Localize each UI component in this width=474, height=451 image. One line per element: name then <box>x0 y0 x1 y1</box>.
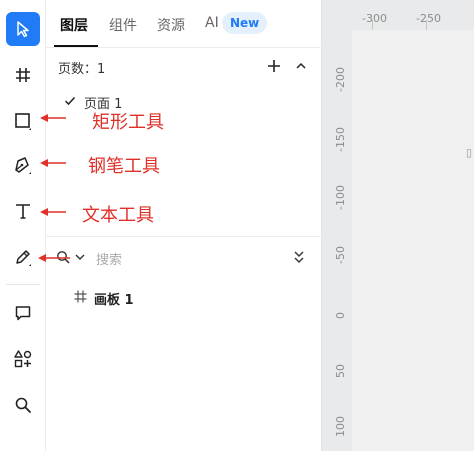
search-tool-button[interactable] <box>6 388 40 422</box>
ruler-top-label: -300 <box>362 12 387 25</box>
rectangle-annotation-arrow-icon <box>40 114 66 122</box>
frame-hash-icon <box>16 68 30 82</box>
ruler-tick <box>426 20 427 30</box>
ruler-left-label: 100 <box>334 416 347 437</box>
chevron-up-icon <box>296 62 306 69</box>
cursor-arrow-icon <box>17 21 29 38</box>
text-T-icon <box>16 204 30 219</box>
active-tab-indicator <box>54 45 98 47</box>
collapse-all-icon[interactable] <box>293 250 305 264</box>
frame-hash-icon <box>74 290 87 303</box>
tab-components[interactable]: 组件 <box>109 15 137 35</box>
layer-name: 画板 1 <box>94 293 134 308</box>
new-badge: New <box>222 12 268 34</box>
ruler-edge-mark: ▯ <box>466 146 473 159</box>
tab-ai[interactable]: AI <box>205 15 219 31</box>
move-tool-button[interactable] <box>6 12 40 46</box>
rectangle-tool-annotation: 矩形工具 <box>92 112 164 133</box>
ruler-left-label: -100 <box>334 185 347 210</box>
checkmark-icon <box>64 96 76 106</box>
add-page-button[interactable] <box>265 57 283 75</box>
layer-item[interactable]: 画板 1 <box>46 286 322 308</box>
ruler-top-label: -250 <box>416 12 441 25</box>
pencil-tool-button[interactable] <box>6 240 40 274</box>
canvas-area[interactable]: -300 -250 -200 -150 -100 -50 0 50 100 ▯ <box>322 0 474 451</box>
rectangle-tool-button[interactable] <box>6 104 40 138</box>
ruler-left-label: 0 <box>334 312 347 319</box>
text-tool-button[interactable] <box>6 194 40 228</box>
pen-tool-annotation: 钢笔工具 <box>88 156 160 177</box>
chevron-down-icon[interactable] <box>75 253 85 261</box>
plugins-tool-button[interactable] <box>6 342 40 376</box>
pages-count-label: 页数：1 <box>58 62 106 77</box>
comment-bubble-icon <box>15 306 31 321</box>
left-toolbar <box>0 0 46 451</box>
page-list-item[interactable]: 页面 1 <box>46 88 322 114</box>
horizontal-ruler <box>322 0 474 30</box>
ruler-tick <box>372 20 373 30</box>
pen-nib-icon <box>15 157 31 174</box>
shapes-plus-icon <box>14 350 32 368</box>
panel-tabs: 图层 组件 资源 AI New <box>46 0 322 48</box>
tab-layers[interactable]: 图层 <box>60 15 88 35</box>
collapse-pages-button[interactable] <box>292 57 310 75</box>
ruler-left-label: -200 <box>334 67 347 92</box>
layer-search-row: 搜索 <box>46 246 322 270</box>
text-annotation-arrow-icon <box>40 208 66 216</box>
text-tool-annotation: 文本工具 <box>82 205 154 226</box>
comment-tool-button[interactable] <box>6 296 40 330</box>
plus-icon <box>268 60 280 72</box>
magnifier-icon <box>15 397 31 413</box>
tab-assets[interactable]: 资源 <box>157 15 185 35</box>
frame-tool-button[interactable] <box>6 58 40 92</box>
rectangle-icon <box>15 113 31 130</box>
pencil-annotation-arrow-icon <box>38 254 70 262</box>
ruler-left-label: 50 <box>334 364 347 378</box>
ruler-left-label: -50 <box>334 246 347 264</box>
search-input[interactable]: 搜索 <box>96 249 122 268</box>
section-divider <box>46 236 322 237</box>
toolbar-divider <box>6 284 40 285</box>
ruler-left-label: -150 <box>334 127 347 152</box>
pen-annotation-arrow-icon <box>40 159 66 167</box>
pen-tool-button[interactable] <box>6 148 40 182</box>
pencil-icon <box>16 250 31 266</box>
